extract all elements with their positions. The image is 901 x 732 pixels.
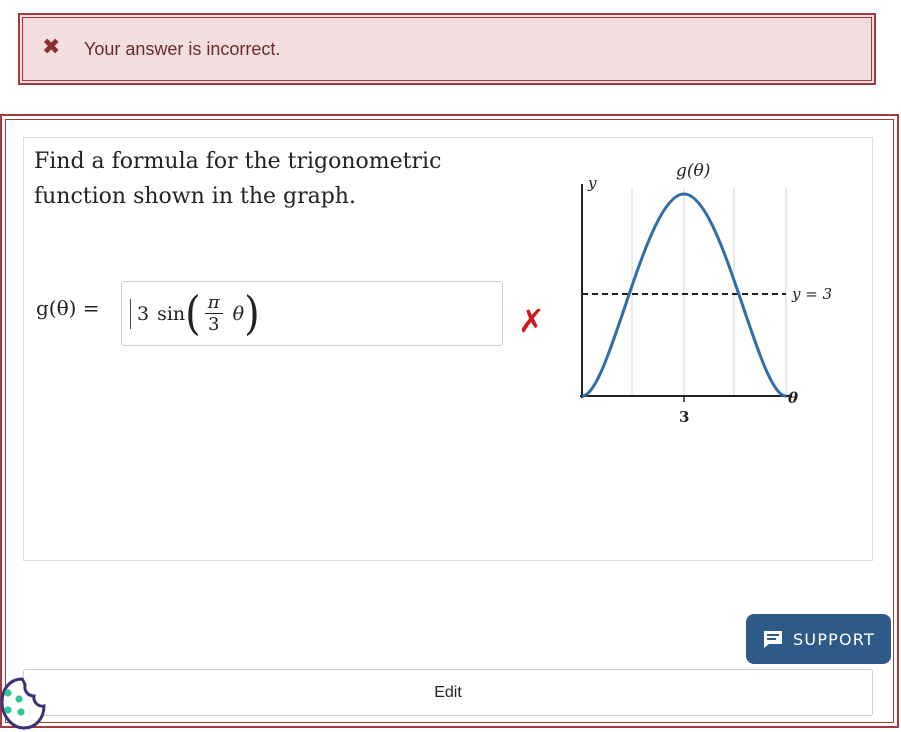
close-paren: ): [244, 287, 260, 341]
y-axis-label: y: [587, 174, 597, 192]
edit-button[interactable]: Edit: [23, 669, 873, 716]
graph-title: g(θ): [676, 161, 710, 181]
answer-input[interactable]: 3 sin ( π 3 θ ): [121, 281, 503, 346]
incorrect-x-icon: ✗: [518, 302, 545, 340]
x-icon: ✖: [42, 35, 61, 60]
support-label: SUPPORT: [793, 629, 875, 649]
chat-icon: [764, 631, 783, 648]
function-graph: g(θ) y θ 3 y = 3: [580, 161, 832, 426]
function-label: g(θ) =: [36, 296, 100, 320]
reference-line-label: y = 3: [791, 285, 832, 303]
feedback-alert: ✖ Your answer is incorrect.: [18, 13, 876, 85]
x-axis-label: θ: [788, 389, 798, 407]
answer-expression: 3 sin ( π 3 θ ): [130, 286, 260, 342]
input-cursor: [130, 299, 131, 329]
cookie-icon[interactable]: [0, 676, 46, 732]
answer-coefficient: 3: [137, 303, 150, 325]
answer-variable: θ: [232, 303, 245, 325]
feedback-message: Your answer is incorrect.: [84, 39, 281, 59]
answer-function: sin: [157, 303, 186, 325]
answer-fraction: π 3: [204, 292, 223, 336]
x-tick-label: 3: [679, 408, 689, 426]
question-prompt: Find a formula for the trigonometric fun…: [34, 149, 442, 209]
support-button[interactable]: SUPPORT: [746, 614, 891, 664]
fraction-numerator: π: [204, 292, 223, 314]
fraction-denominator: 3: [207, 313, 220, 335]
open-paren: (: [185, 287, 201, 341]
